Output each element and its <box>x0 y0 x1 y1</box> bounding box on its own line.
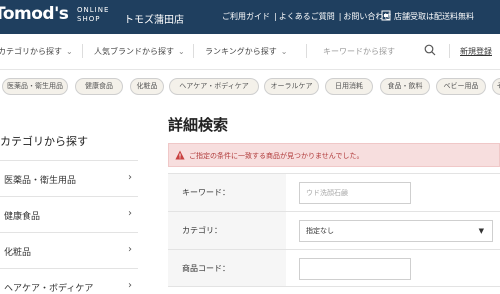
site-logo[interactable]: Tomod's <box>0 4 69 24</box>
product-code-input[interactable] <box>299 258 411 280</box>
chip-oral-care[interactable]: オーラルケア <box>264 78 319 95</box>
warning-icon <box>175 150 185 160</box>
guide-link[interactable]: ご利用ガイド <box>222 12 270 21</box>
main-navbar: カテゴリから探す ⌄ 人気ブランドから探す ⌄ ランキングから探す ⌄ キーワードから… <box>0 34 500 70</box>
store-pickup-notice[interactable]: 店舗受取は配送料無料 <box>394 11 474 22</box>
chevron-down-icon: ⌄ <box>178 47 185 56</box>
sidebar-item-hair-body[interactable]: ヘアケア・ボディケア › <box>0 268 138 294</box>
chip-health-food[interactable]: 健康食品 <box>75 78 123 95</box>
chevron-right-icon: › <box>128 244 132 255</box>
alert-message: ご指定の条件に一致する商品が見つかりませんでした。 <box>189 152 364 160</box>
chevron-down-icon: ⌄ <box>280 47 288 56</box>
chip-other[interactable]: その他 <box>492 78 500 95</box>
chevron-right-icon: › <box>128 280 132 291</box>
chevron-right-icon: › <box>128 208 132 219</box>
register-link[interactable]: 新規登録 <box>460 46 492 57</box>
nav-category[interactable]: カテゴリから探す ⌄ <box>0 46 73 57</box>
chip-hair-body[interactable]: ヘアケア・ボディケア <box>169 78 259 95</box>
product-code-row: 商品コード： <box>168 249 500 287</box>
site-header: Tomod's ONLINE SHOP トモズ蒲田店 ご利用ガイド | よくあるご質… <box>0 0 500 34</box>
sidebar-item-health-food[interactable]: 健康食品 › <box>0 196 138 232</box>
faq-link[interactable]: よくあるご質問 <box>279 12 335 21</box>
chip-daily[interactable]: 日用消耗 <box>325 78 373 95</box>
keyword-search-input[interactable]: キーワードから探す <box>323 46 395 57</box>
category-select[interactable]: 指定なし ▼ <box>299 220 493 242</box>
nav-divider <box>306 44 307 58</box>
category-row: カテゴリ： 指定なし ▼ <box>168 211 500 249</box>
sidebar-title: カテゴリから探す <box>0 135 88 148</box>
keyword-row: キーワード： ウド洗顔石鹸 <box>168 173 500 211</box>
keyword-input[interactable]: ウド洗顔石鹸 <box>299 182 411 204</box>
store-icon <box>381 10 391 21</box>
keyword-label: キーワード： <box>182 188 230 197</box>
chevron-right-icon: › <box>128 172 132 183</box>
store-name: トモズ蒲田店 <box>124 15 184 26</box>
product-code-label: 商品コード： <box>182 264 230 273</box>
chip-baby[interactable]: ベビー用品 <box>436 78 486 95</box>
category-label: カテゴリ： <box>182 226 222 235</box>
no-results-alert: ご指定の条件に一致する商品が見つかりませんでした。 <box>168 143 500 167</box>
nav-ranking[interactable]: ランキングから探す ⌄ <box>205 46 287 57</box>
advanced-search-form: キーワード： ウド洗顔石鹸 カテゴリ： 指定なし ▼ 商品コード： <box>168 173 500 287</box>
chevron-down-icon: ⌄ <box>66 47 73 56</box>
search-icon[interactable] <box>424 44 436 56</box>
nav-divider <box>82 44 83 58</box>
logo-subtitle: ONLINE SHOP <box>77 6 110 23</box>
nav-divider <box>449 44 450 58</box>
chip-medicine[interactable]: 医薬品・衛生用品 <box>2 78 68 95</box>
nav-divider <box>193 44 194 58</box>
category-chips: 医薬品・衛生用品 健康食品 化粧品 ヘアケア・ボディケア オーラルケア 日用消耗… <box>0 78 500 98</box>
dropdown-caret-icon: ▼ <box>478 227 484 235</box>
sidebar-item-medicine[interactable]: 医薬品・衛生用品 › <box>0 160 138 196</box>
header-links: ご利用ガイド | よくあるご質問 | お問い合わせ <box>222 12 392 21</box>
nav-brand[interactable]: 人気ブランドから探す ⌄ <box>94 46 185 57</box>
chip-food[interactable]: 食品・飲料 <box>380 78 430 95</box>
page-title: 詳細検索 <box>168 116 229 134</box>
chip-cosmetics[interactable]: 化粧品 <box>130 78 164 95</box>
sidebar-category-list: 医薬品・衛生用品 › 健康食品 › 化粧品 › ヘアケア・ボディケア › <box>0 160 138 294</box>
sidebar-item-cosmetics[interactable]: 化粧品 › <box>0 232 138 268</box>
